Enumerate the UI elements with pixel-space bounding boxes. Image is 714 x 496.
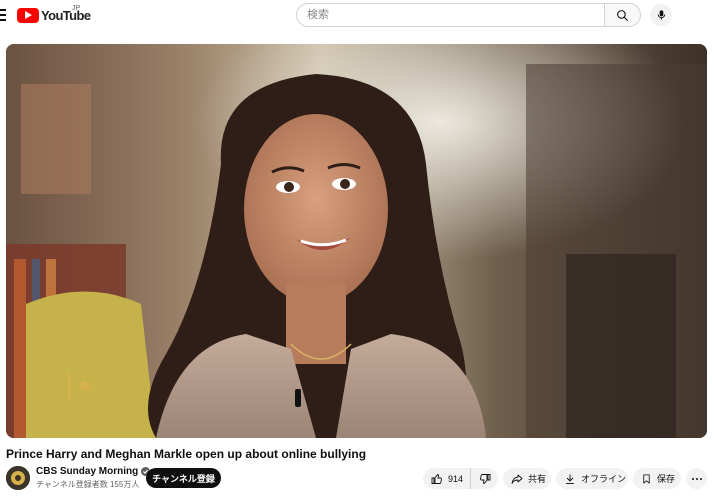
- voice-search-button[interactable]: [650, 4, 672, 26]
- offline-label: オフライン: [581, 474, 627, 484]
- channel-info: CBS Sunday Morning チャンネル登録者数 155万人: [36, 466, 151, 490]
- share-icon: [511, 474, 523, 484]
- thumbs-down-icon: [479, 473, 490, 484]
- cbs-eye-logo-icon: [6, 466, 30, 490]
- masthead: YouTube JP: [0, 0, 714, 30]
- menu-icon[interactable]: [0, 9, 6, 21]
- search-button[interactable]: [604, 3, 641, 27]
- bookmark-icon: [643, 473, 650, 484]
- country-code: JP: [72, 5, 81, 12]
- search-input[interactable]: [296, 3, 604, 27]
- more-actions-button[interactable]: [686, 468, 707, 489]
- more-icon-dot: [695, 477, 698, 480]
- channel-name[interactable]: CBS Sunday Morning: [36, 466, 151, 477]
- watermark-bar: [68, 372, 70, 400]
- video-title: Prince Harry and Meghan Markle open up a…: [6, 447, 367, 461]
- search-icon: [617, 9, 628, 21]
- save-button[interactable]: 保存: [633, 468, 681, 489]
- save-label: 保存: [657, 474, 676, 484]
- channel-avatar[interactable]: [6, 466, 30, 490]
- channel-owner: CBS Sunday Morning チャンネル登録者数 155万人: [6, 465, 151, 491]
- search-box: [296, 3, 641, 27]
- more-icon-dot: [699, 477, 702, 480]
- share-label: 共有: [528, 474, 547, 484]
- logo-text: YouTube: [41, 7, 91, 23]
- thumbs-up-icon: [431, 473, 442, 484]
- video-frame: [6, 44, 707, 438]
- channel-watermark: [68, 372, 96, 400]
- channel-name-text: CBS Sunday Morning: [36, 466, 139, 477]
- play-logo-icon: [17, 7, 39, 23]
- share-button[interactable]: 共有: [503, 468, 551, 489]
- offline-download-button[interactable]: オフライン: [556, 468, 628, 489]
- subscriber-count: チャンネル登録者数 155万人: [36, 480, 140, 489]
- like-dislike-group: 914: [423, 468, 498, 489]
- like-count: 914: [448, 473, 464, 484]
- dislike-button[interactable]: [471, 468, 498, 489]
- like-button[interactable]: 914: [423, 468, 471, 489]
- sun-icon: [74, 375, 96, 397]
- download-icon: [566, 474, 574, 484]
- video-player[interactable]: [6, 44, 707, 438]
- more-icon-dot: [691, 477, 694, 480]
- microphone-icon: [657, 10, 665, 20]
- subscribe-button[interactable]: チャンネル登録: [146, 468, 221, 488]
